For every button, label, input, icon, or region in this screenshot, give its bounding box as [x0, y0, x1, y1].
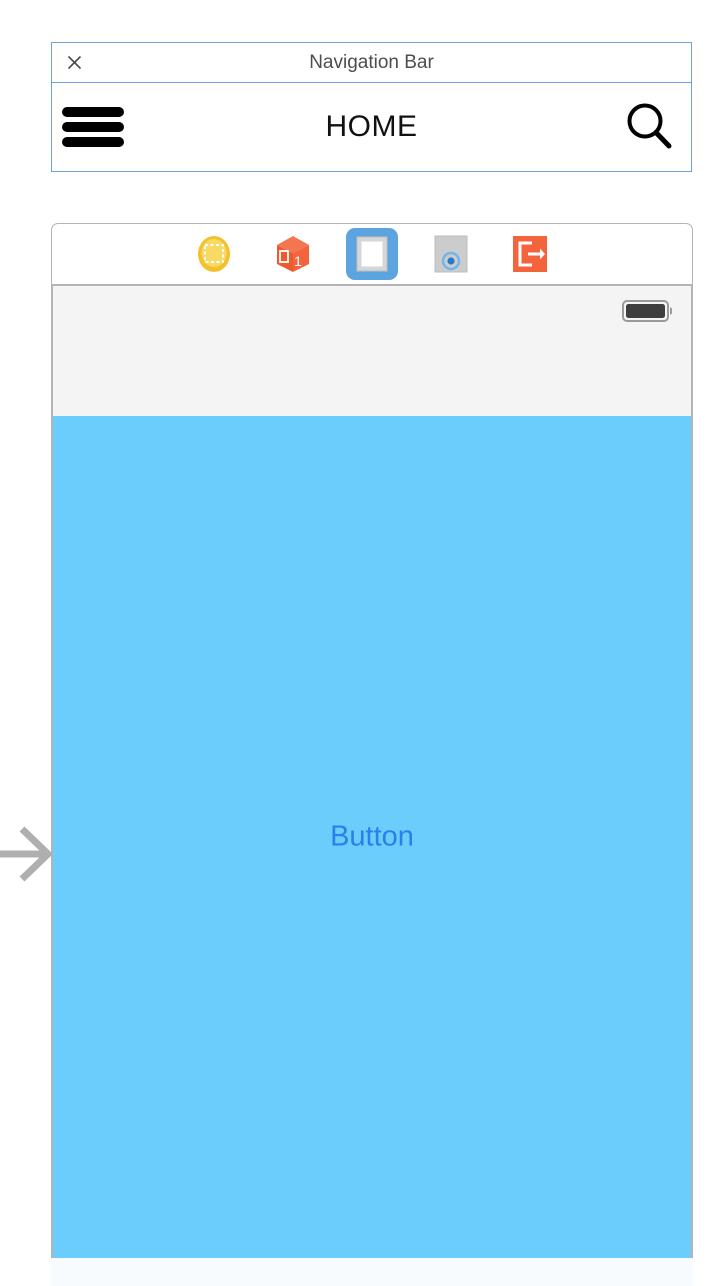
icon-toolbar: 1	[51, 223, 693, 285]
selection-tool-icon[interactable]	[188, 228, 240, 280]
device-content-canvas: Button	[51, 416, 693, 1258]
svg-text:1: 1	[294, 253, 302, 269]
battery-full-icon	[622, 299, 674, 323]
cube-object-icon[interactable]: 1	[267, 228, 319, 280]
device-status-bar	[51, 285, 693, 416]
device-preview-panel: 1 Button	[51, 223, 693, 1258]
radio-control-icon[interactable]	[425, 228, 477, 280]
device-bottom-strip	[51, 1258, 693, 1286]
nav-widget-title: Navigation Bar	[309, 51, 434, 73]
nav-widget-titlebar: Navigation Bar	[52, 43, 691, 83]
exit-transition-icon[interactable]	[504, 228, 556, 280]
close-x-icon[interactable]	[60, 43, 88, 82]
arrow-right-icon[interactable]	[0, 818, 56, 890]
page-title: HOME	[325, 110, 418, 143]
screen-frame-icon[interactable]	[346, 228, 398, 280]
navigation-bar-widget: Navigation Bar HOME	[51, 42, 692, 172]
content-button[interactable]: Button	[53, 821, 691, 854]
search-magnifier-icon[interactable]	[621, 99, 677, 155]
nav-widget-bar: HOME	[52, 83, 691, 171]
